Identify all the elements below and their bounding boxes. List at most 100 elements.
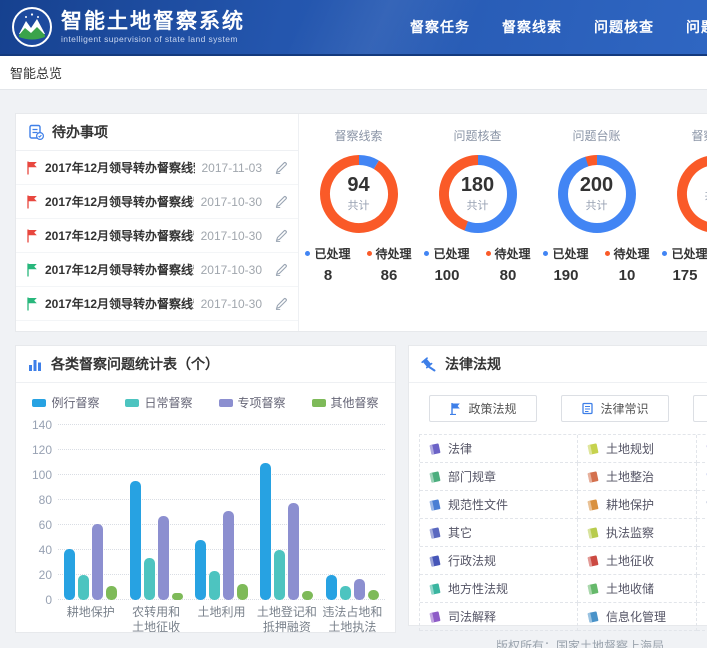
- bar-chart-title: 各类督察问题统计表（个）: [51, 354, 219, 374]
- bar[interactable]: [340, 586, 351, 600]
- todo-item[interactable]: 2017年12月领导转办督察线索2017-11-03: [16, 151, 298, 185]
- app-title: 智能土地督察系统: [61, 10, 245, 33]
- law-link[interactable]: 土地收储: [578, 575, 697, 603]
- legend-item-1[interactable]: 日常督察: [125, 394, 192, 411]
- bar[interactable]: [195, 540, 206, 600]
- breadcrumb-bar: 智能总览: [0, 56, 707, 90]
- law-tab-2[interactable]: [693, 395, 707, 422]
- edit-button[interactable]: [275, 263, 288, 276]
- todo-item-title: 2017年12月领导转办督察线索: [45, 159, 195, 176]
- legend-item-2[interactable]: 专项督察: [219, 394, 286, 411]
- law-link[interactable]: 土地征收: [578, 547, 697, 575]
- bar[interactable]: [368, 590, 379, 600]
- law-link-label: 司法解释: [448, 608, 496, 625]
- legend-label: 例行督察: [51, 394, 99, 411]
- bar[interactable]: [158, 516, 169, 600]
- legend-item-3[interactable]: 其他督察: [312, 394, 379, 411]
- bar[interactable]: [172, 593, 183, 601]
- donut-legend-label: 已处理: [671, 245, 707, 262]
- nav-item-0[interactable]: 督察任务: [410, 17, 470, 37]
- bar[interactable]: [78, 575, 89, 600]
- category-label: 农转用和土地征收: [123, 605, 188, 635]
- donut-stat-done: 已处理100: [424, 245, 469, 284]
- law-link[interactable]: 规范性文件: [420, 491, 578, 519]
- page-title: 智能总览: [10, 63, 62, 82]
- law-link[interactable]: 其它: [420, 519, 578, 547]
- nav-item-2[interactable]: 问题核查: [594, 17, 654, 37]
- edit-icon[interactable]: [275, 263, 288, 276]
- bar[interactable]: [302, 591, 313, 600]
- law-cell-empty: [697, 547, 707, 575]
- edit-button[interactable]: [275, 195, 288, 208]
- done-dot-icon: [305, 251, 310, 256]
- nav-item-3[interactable]: 问题台账: [686, 17, 707, 37]
- category-label: 土地利用: [189, 605, 254, 635]
- law-link[interactable]: 耕地保护: [578, 491, 697, 519]
- law-link[interactable]: 法律: [420, 435, 578, 463]
- bar[interactable]: [106, 586, 117, 600]
- donut-center: 共计: [673, 151, 707, 237]
- flag-icon: [26, 161, 38, 175]
- bar[interactable]: [260, 463, 271, 601]
- law-link[interactable]: 司法解释: [420, 603, 578, 631]
- laws-header: 法律法规: [409, 346, 707, 383]
- edit-button[interactable]: [275, 229, 288, 242]
- main-nav: 督察任务 督察线索 问题核查 问题台账: [410, 0, 707, 54]
- bar[interactable]: [209, 571, 220, 600]
- todo-item[interactable]: 2017年12月领导转办督察线索2017-10-30: [16, 287, 298, 321]
- todo-item[interactable]: 2017年12月领导转办督察线索2017-10-30: [16, 219, 298, 253]
- bar[interactable]: [144, 558, 155, 601]
- bar[interactable]: [223, 511, 234, 600]
- laws-tabs: 政策法规法律常识: [409, 383, 707, 432]
- law-link[interactable]: 土地整治: [578, 463, 697, 491]
- todo-item[interactable]: 2017年12月领导转办督察线索2017-10-30: [16, 185, 298, 219]
- law-link[interactable]: 信息化管理: [578, 603, 697, 631]
- donut-stat-value: 8: [305, 267, 350, 284]
- bar[interactable]: [354, 579, 365, 600]
- donut-stats: 已处理100待处理80: [418, 245, 537, 284]
- law-tab-0[interactable]: 政策法规: [429, 395, 537, 422]
- law-tab-1[interactable]: 法律常识: [561, 395, 669, 422]
- law-link[interactable]: 行政法规: [420, 547, 578, 575]
- todo-icon: [28, 124, 44, 140]
- todo-item[interactable]: 2017年12月领导转办督察线索2017-10-30: [16, 253, 298, 287]
- law-link[interactable]: 执法监察: [578, 519, 697, 547]
- footer-copyright: 版权所有：国家土地督察上海局: [420, 637, 707, 648]
- law-link[interactable]: 土地规划: [578, 435, 697, 463]
- legend-label: 其他督察: [331, 394, 379, 411]
- law-link: [697, 435, 707, 463]
- todo-item-date: 2017-10-30: [201, 263, 262, 277]
- donut-legend-label: 待处理: [376, 245, 412, 262]
- bar[interactable]: [130, 481, 141, 600]
- donut-ring-wrap: 94共计: [316, 151, 402, 237]
- donut-title: 督察线索: [299, 127, 418, 144]
- edit-icon[interactable]: [275, 297, 288, 310]
- edit-icon[interactable]: [275, 195, 288, 208]
- legend-item-0[interactable]: 例行督察: [32, 394, 99, 411]
- edit-button[interactable]: [275, 297, 288, 310]
- law-link-label: 土地整治: [606, 468, 654, 485]
- todo-item-date: 2017-10-30: [201, 229, 262, 243]
- legend-marker: [125, 399, 139, 407]
- bar[interactable]: [288, 503, 299, 601]
- law-link[interactable]: 部门规章: [420, 463, 578, 491]
- edit-icon[interactable]: [275, 229, 288, 242]
- bar[interactable]: [64, 549, 75, 600]
- law-link: [697, 463, 707, 491]
- donut-total: 180: [461, 175, 494, 196]
- bar[interactable]: [274, 550, 285, 600]
- bar-chart-card: 各类督察问题统计表（个） 例行督察日常督察专项督察其他督察 0204060801…: [15, 345, 396, 633]
- law-link[interactable]: 地方性法规: [420, 575, 578, 603]
- donut-stat-value: 175: [662, 267, 707, 284]
- bar[interactable]: [237, 584, 248, 600]
- edit-icon[interactable]: [275, 161, 288, 174]
- edit-button[interactable]: [275, 161, 288, 174]
- bar-chart-header: 各类督察问题统计表（个）: [16, 346, 395, 383]
- book-icon: [586, 498, 600, 512]
- donut-stats: 已处理175待处理: [656, 245, 707, 284]
- todo-header: 待办事项: [16, 114, 298, 151]
- nav-item-1[interactable]: 督察线索: [502, 17, 562, 37]
- bar[interactable]: [326, 575, 337, 600]
- bar[interactable]: [92, 524, 103, 600]
- book-icon: [428, 526, 442, 540]
